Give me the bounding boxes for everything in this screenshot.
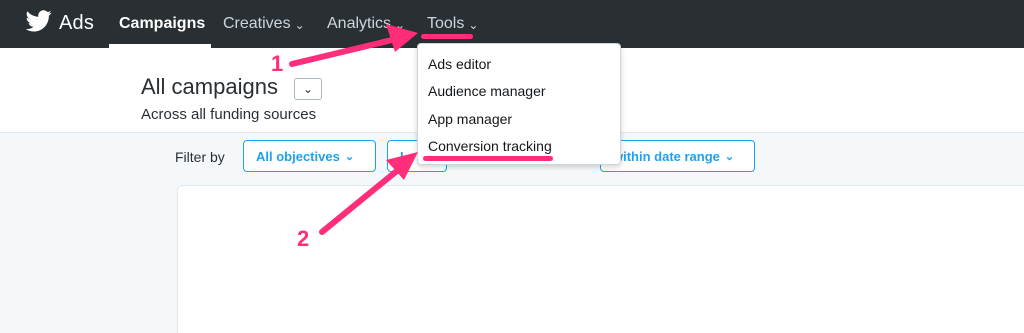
chevron-down-icon: ⌄: [302, 82, 314, 96]
nav-campaigns[interactable]: Campaigns: [119, 14, 205, 34]
chevron-down-icon: ⌄: [344, 150, 355, 163]
app-window: Ads Campaigns Creatives ⌄ Analytics ⌄ To…: [0, 0, 1024, 333]
campaign-scope-dropdown[interactable]: ⌄: [294, 78, 322, 100]
chevron-down-icon: ⌄: [724, 150, 735, 163]
campaigns-table-card: [177, 185, 1024, 333]
step-2-label: 2: [297, 226, 310, 251]
nav-campaigns-label: Campaigns: [119, 15, 206, 32]
nav-creatives-label: Creatives: [223, 15, 291, 32]
page-title: All campaigns: [141, 74, 278, 99]
brand-name: Ads: [59, 11, 95, 34]
brand-logo[interactable]: Ads: [25, 9, 95, 37]
menu-item-ads-editor[interactable]: Ads editor: [428, 56, 491, 72]
filter-label: Filter by: [175, 149, 225, 165]
tools-dropdown-menu: Ads editor Audience manager App manager …: [417, 43, 621, 165]
conversion-highlight-underline: [423, 156, 553, 161]
nav-analytics-label: Analytics: [327, 15, 392, 32]
nav-tools-label: Tools: [427, 15, 465, 32]
menu-item-app-manager[interactable]: App manager: [428, 111, 512, 127]
nav-analytics[interactable]: Analytics ⌄: [327, 14, 405, 34]
twitter-bird-icon: [25, 9, 52, 37]
date-range-filter-button[interactable]: within date range ⌄: [600, 140, 755, 172]
chevron-down-icon: ⌄: [395, 18, 406, 32]
nav-creatives[interactable]: Creatives ⌄: [223, 14, 305, 34]
objectives-filter-label: All objectives: [256, 148, 340, 164]
date-range-filter-label: within date range: [613, 148, 720, 164]
page-subtitle: Across all funding sources: [141, 106, 317, 123]
status-filter-label: L: [400, 148, 408, 164]
tools-highlight-underline: [421, 34, 473, 39]
chevron-down-icon: ⌄: [294, 18, 305, 32]
menu-item-audience-manager[interactable]: Audience manager: [428, 83, 546, 99]
menu-item-conversion-tracking[interactable]: Conversion tracking: [428, 138, 552, 154]
objectives-filter-button[interactable]: All objectives ⌄: [243, 140, 376, 172]
top-nav-bar: Ads Campaigns Creatives ⌄ Analytics ⌄ To…: [0, 0, 1024, 48]
nav-tools[interactable]: Tools ⌄: [427, 14, 478, 34]
chevron-down-icon: ⌄: [468, 18, 479, 32]
step-1-label: 1: [271, 51, 284, 76]
